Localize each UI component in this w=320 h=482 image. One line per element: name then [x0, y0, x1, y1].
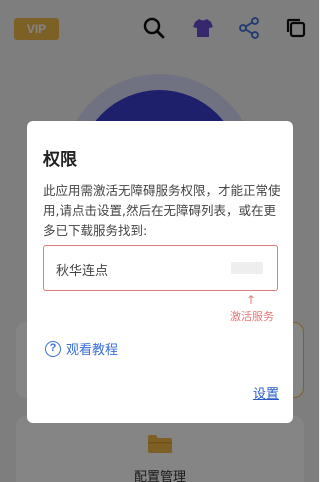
- toggle-placeholder: [231, 262, 263, 274]
- service-entry-example: 秋华连点: [43, 245, 278, 291]
- dialog-title: 权限: [43, 150, 77, 170]
- settings-button[interactable]: 设置: [253, 383, 279, 402]
- service-name: 秋华连点: [56, 264, 109, 279]
- permission-dialog: 权限 此应用需激活无障碍服务权限，才能正常使用,请点击设置,然后在无障碍列表，或…: [27, 121, 293, 423]
- watch-tutorial-link[interactable]: ? 观看教程: [45, 339, 118, 358]
- activate-service-hint: 激活服务: [230, 310, 274, 323]
- watch-tutorial-label: 观看教程: [66, 343, 119, 358]
- dialog-message: 此应用需激活无障碍服务权限，才能正常使用,请点击设置,然后在无障碍列表，或在更多…: [43, 183, 281, 238]
- help-icon: ?: [45, 340, 61, 357]
- arrow-up-icon: ↑: [246, 293, 257, 307]
